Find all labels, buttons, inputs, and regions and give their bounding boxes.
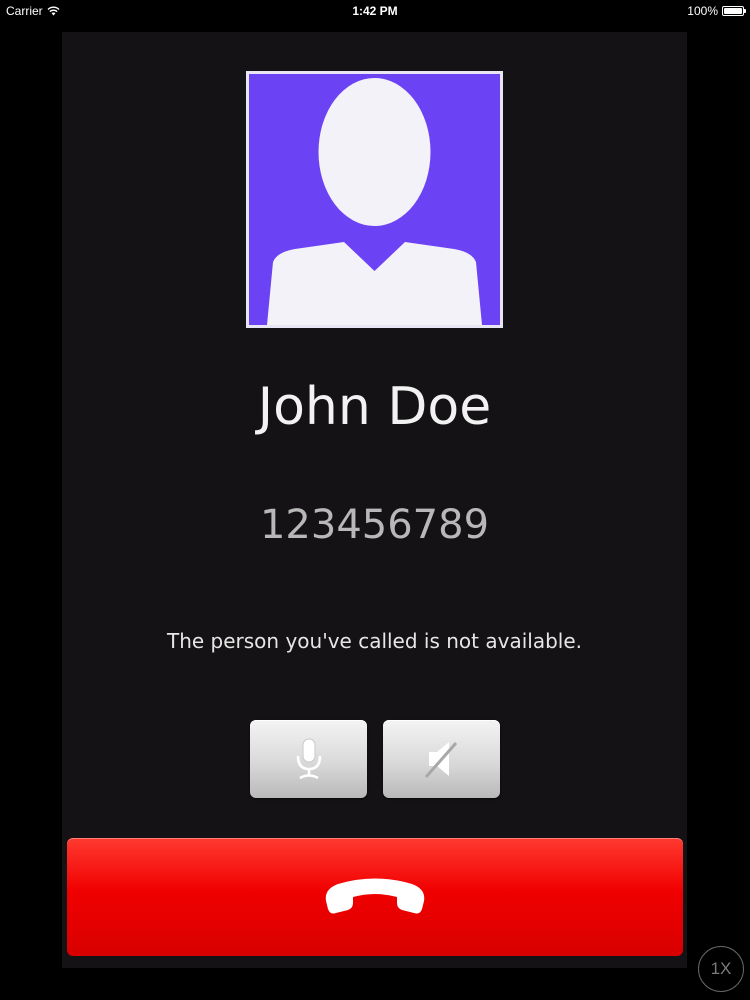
call-screen: John Doe 123456789 The person you've cal… (62, 32, 687, 968)
battery-icon (722, 6, 746, 16)
person-silhouette-icon (267, 78, 482, 325)
status-right: 100% (687, 4, 746, 18)
clock: 1:42 PM (352, 4, 398, 18)
call-status-message: The person you've called is not availabl… (166, 629, 582, 653)
caller-avatar (246, 71, 503, 328)
caller-number: 123456789 (259, 502, 490, 548)
caller-name: John Doe (257, 377, 492, 437)
speaker-muted-icon (424, 742, 457, 778)
speaker-button[interactable] (383, 720, 500, 798)
battery-fill (724, 8, 742, 14)
status-bar: Carrier 1:42 PM 100% (0, 0, 750, 22)
end-call-button[interactable] (67, 838, 683, 956)
battery-percent: 100% (687, 4, 718, 18)
phone-hangup-icon (325, 878, 425, 914)
microphone-icon (296, 738, 321, 780)
mute-button[interactable] (250, 720, 367, 798)
playback-speed-badge[interactable]: 1X (698, 946, 744, 992)
